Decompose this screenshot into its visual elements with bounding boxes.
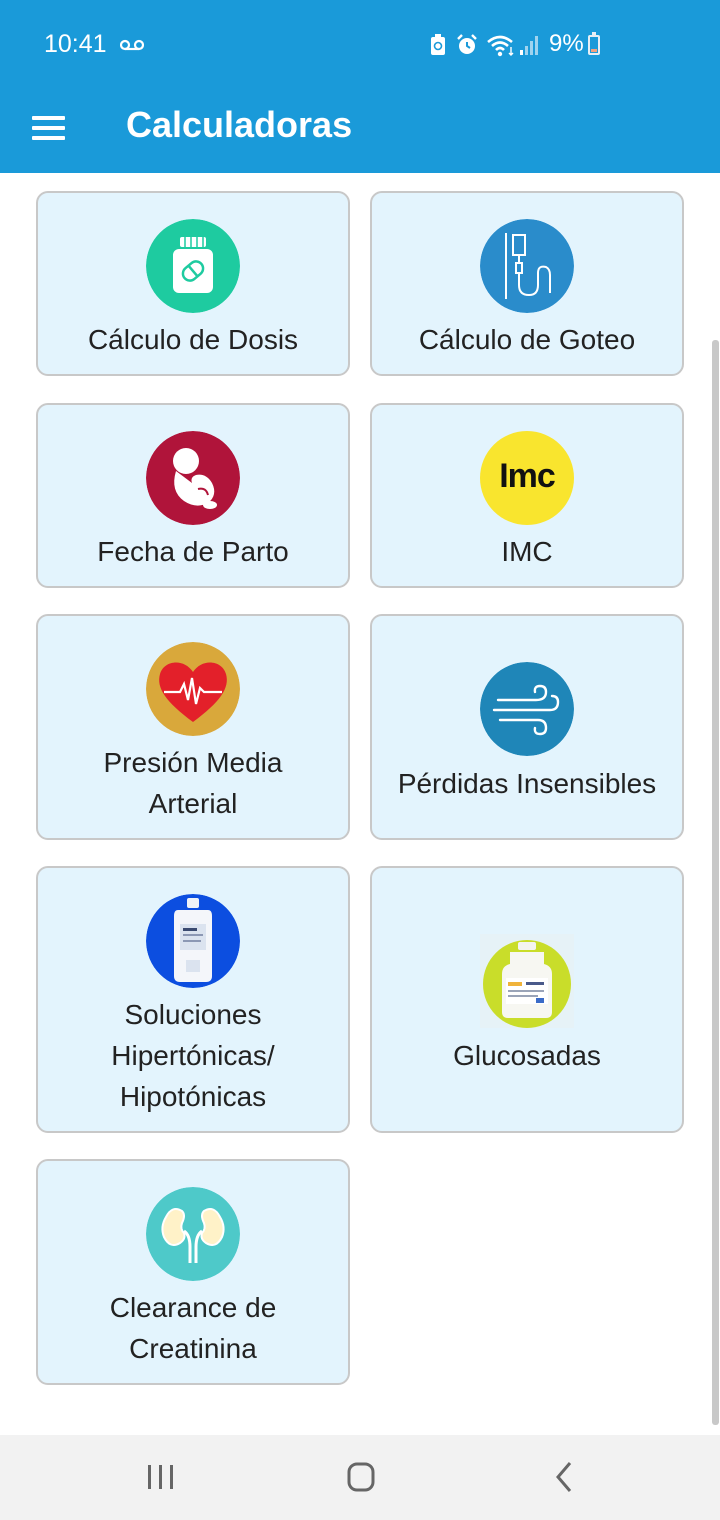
fetus-icon — [146, 431, 240, 525]
calculator-card-perdidas-insensibles[interactable]: Pérdidas Insensibles — [370, 614, 684, 840]
calculator-card-goteo[interactable]: Cálculo de Goteo — [370, 191, 684, 376]
home-icon[interactable] — [336, 1457, 386, 1497]
status-time: 10:41 — [44, 30, 107, 58]
battery-saver-icon — [431, 34, 445, 55]
pill-bottle-icon — [146, 219, 240, 313]
calculator-card-clearance-creatinina[interactable]: Clearance de Creatinina — [36, 1159, 350, 1385]
calculator-label: IMC — [501, 536, 553, 567]
kidneys-icon — [146, 1187, 240, 1281]
calculator-card-dosis[interactable]: Cálculo de Dosis — [36, 191, 350, 376]
battery-percent: 9% — [549, 30, 584, 57]
scrollbar[interactable] — [712, 340, 719, 1425]
calculator-card-presion-media-arterial[interactable]: Presión Media Arterial — [36, 614, 350, 840]
wind-icon — [480, 662, 574, 756]
page-title: Calculadoras — [126, 104, 353, 145]
voicemail-icon — [120, 39, 144, 51]
calculator-label: Cálculo de Dosis — [87, 324, 299, 355]
heart-pulse-icon — [146, 642, 240, 736]
calculator-label: Clearance de Creatinina — [109, 1292, 277, 1364]
calculator-label: Presión Media Arterial — [103, 747, 283, 819]
calculator-label: Cálculo de Goteo — [418, 324, 636, 355]
battery-icon — [588, 32, 600, 55]
calculator-card-soluciones[interactable]: Soluciones Hipertónicas/ Hipotónicas — [36, 866, 350, 1133]
calculator-label: Fecha de Parto — [97, 536, 289, 567]
calculator-grid: Cálculo de Dosis Cálculo de Goteo Fecha … — [0, 173, 720, 1435]
calculator-label: Soluciones Hipertónicas/ Hipotónicas — [111, 999, 275, 1112]
imc-icon: Imc — [480, 431, 574, 525]
calculator-card-fecha-parto[interactable]: Fecha de Parto — [36, 403, 350, 588]
wifi-icon — [487, 35, 514, 57]
status-bar: 10:41 9% — [0, 0, 720, 90]
alarm-icon — [457, 34, 477, 54]
recent-apps-icon[interactable] — [135, 1457, 185, 1497]
signal-icon — [520, 36, 538, 55]
app-bar: Calculadoras — [0, 90, 720, 173]
saline-bag-icon — [146, 894, 240, 988]
calculator-card-glucosadas[interactable]: Glucosadas — [370, 866, 684, 1133]
iv-drip-icon — [480, 219, 574, 313]
calculator-card-imc[interactable]: Imc IMC — [370, 403, 684, 588]
glucose-bottle-icon — [480, 934, 574, 1028]
calculator-label: Pérdidas Insensibles — [397, 768, 657, 799]
calculator-label: Glucosadas — [453, 1040, 601, 1071]
hamburger-menu-icon[interactable] — [28, 108, 72, 152]
back-icon[interactable] — [540, 1457, 590, 1497]
system-nav-bar — [0, 1435, 720, 1520]
imc-icon-text: Imc — [499, 457, 556, 495]
